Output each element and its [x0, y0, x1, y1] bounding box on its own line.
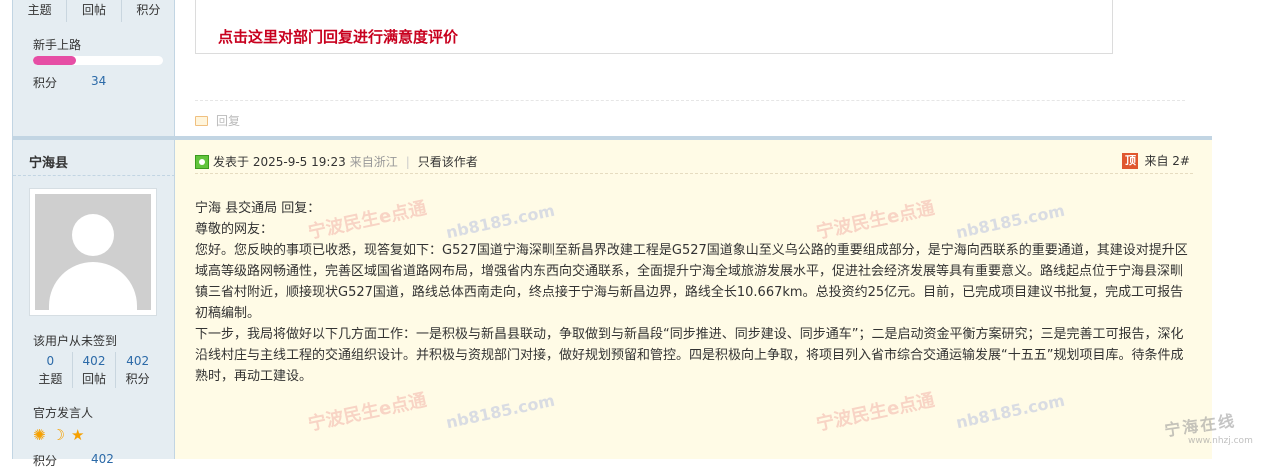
- stat-credits-label: 积分: [125, 372, 150, 386]
- stat-credits[interactable]: 402 积分: [116, 352, 159, 388]
- floor-indicator: 顶 来自 2#: [1122, 152, 1190, 169]
- star-medal-icon[interactable]: ★: [71, 426, 84, 444]
- credits-value[interactable]: 34: [91, 74, 106, 88]
- post-body: 发表于 2025-9-5 19:23 来自浙江 | 只看该作者 顶 来自 2# …: [175, 140, 1212, 459]
- user-group[interactable]: 官方发言人: [33, 404, 93, 421]
- post-2: 宁海县 该用户从未签到 0 主题 402 回帖 402 积分 官方发言人 ✺ ☽…: [13, 140, 1212, 468]
- stat-threads-label: 主题: [38, 372, 63, 386]
- site-url-watermark: www.nhzj.com: [1188, 436, 1253, 446]
- previous-author-stats: 主题 回帖 积分: [13, 0, 175, 22]
- divider: [195, 100, 1185, 101]
- credit-progress-bar: [33, 56, 163, 65]
- credits-label: 积分: [33, 454, 58, 468]
- evaluation-box: 点击这里对部门回复进行满意度评价: [195, 0, 1113, 54]
- sun-medal-icon[interactable]: ✺: [33, 426, 46, 444]
- stat-replies-label[interactable]: 回帖: [67, 0, 122, 22]
- stat-threads[interactable]: 0 主题: [29, 352, 73, 388]
- credits-row: 积分 402: [33, 452, 114, 469]
- author-stats: 0 主题 402 回帖 402 积分: [29, 352, 159, 388]
- moon-medal-icon[interactable]: ☽: [52, 426, 65, 444]
- author-name[interactable]: 宁海县: [13, 140, 175, 176]
- posted-time: 2025-9-5 19:23: [252, 154, 346, 169]
- online-status-icon: [195, 154, 209, 169]
- reply-icon: [195, 115, 208, 126]
- user-group[interactable]: 新手上路: [33, 36, 81, 53]
- posted-from: 来自浙江: [349, 155, 398, 169]
- satisfaction-evaluation-link[interactable]: 点击这里对部门回复进行满意度评价: [218, 26, 458, 47]
- watermark-url: nb8185.com: [444, 390, 557, 433]
- only-author-link[interactable]: 只看该作者: [418, 153, 478, 170]
- stat-credits-label[interactable]: 积分: [122, 0, 175, 22]
- medal-row: ✺ ☽ ★: [33, 426, 84, 444]
- credits-value[interactable]: 402: [91, 452, 114, 466]
- content-line: 尊敬的网友：: [195, 222, 274, 237]
- post-content: 宁海 县交通局 回复： 尊敬的网友： 您好。您反映的事项已收悉，现答复如下：G5…: [195, 198, 1191, 387]
- credit-progress-fill: [33, 56, 76, 65]
- previous-post: 主题 回帖 积分 新手上路 积分 34 点击这里对部门回复进行满意度评价 回复: [13, 0, 1212, 136]
- stat-replies[interactable]: 402 回帖: [73, 352, 117, 388]
- watermark-brand: 宁波民生e点通: [306, 389, 429, 436]
- content-line: 宁海 县交通局 回复：: [195, 201, 321, 216]
- signin-status: 该用户从未签到: [33, 334, 118, 348]
- forum-thread: 主题 回帖 积分 新手上路 积分 34 点击这里对部门回复进行满意度评价 回复: [12, 0, 1212, 468]
- reply-label: 回复: [216, 114, 241, 128]
- previous-post-body: 点击这里对部门回复进行满意度评价 回复: [175, 0, 1212, 136]
- content-line: 下一步，我局将做好以下几方面工作：一是积极与新昌县联动，争取做到与新昌段“同步推…: [195, 327, 1184, 384]
- credits-row: 积分 34: [33, 74, 106, 91]
- default-avatar-icon: [35, 194, 151, 310]
- content-line: 您好。您反映的事项已收悉，现答复如下：G527国道宁海深甽至新昌界改建工程是G5…: [195, 243, 1188, 321]
- avatar[interactable]: [29, 188, 157, 316]
- author-sidebar: 宁海县 该用户从未签到 0 主题 402 回帖 402 积分 官方发言人 ✺ ☽…: [13, 140, 175, 468]
- stat-threads-label[interactable]: 主题: [13, 0, 68, 22]
- floor-number[interactable]: 来自 2#: [1144, 152, 1190, 169]
- credits-label: 积分: [33, 76, 58, 90]
- watermark-brand: 宁波民生e点通: [814, 389, 937, 436]
- posted-prefix: 发表于: [213, 155, 250, 169]
- watermark-url: nb8185.com: [954, 390, 1067, 433]
- stat-threads-value: 0: [46, 354, 55, 368]
- previous-post-author-sidebar: 主题 回帖 积分 新手上路 积分 34: [13, 0, 175, 136]
- stat-credits-value: 402: [126, 354, 150, 368]
- stat-replies-value: 402: [82, 354, 106, 368]
- meta-divider: |: [405, 154, 410, 169]
- reply-action[interactable]: 回复: [195, 112, 240, 129]
- top-badge-button[interactable]: 顶: [1122, 152, 1139, 169]
- post-meta: 发表于 2025-9-5 19:23 来自浙江 | 只看该作者: [195, 150, 1193, 174]
- stat-replies-label: 回帖: [82, 372, 107, 386]
